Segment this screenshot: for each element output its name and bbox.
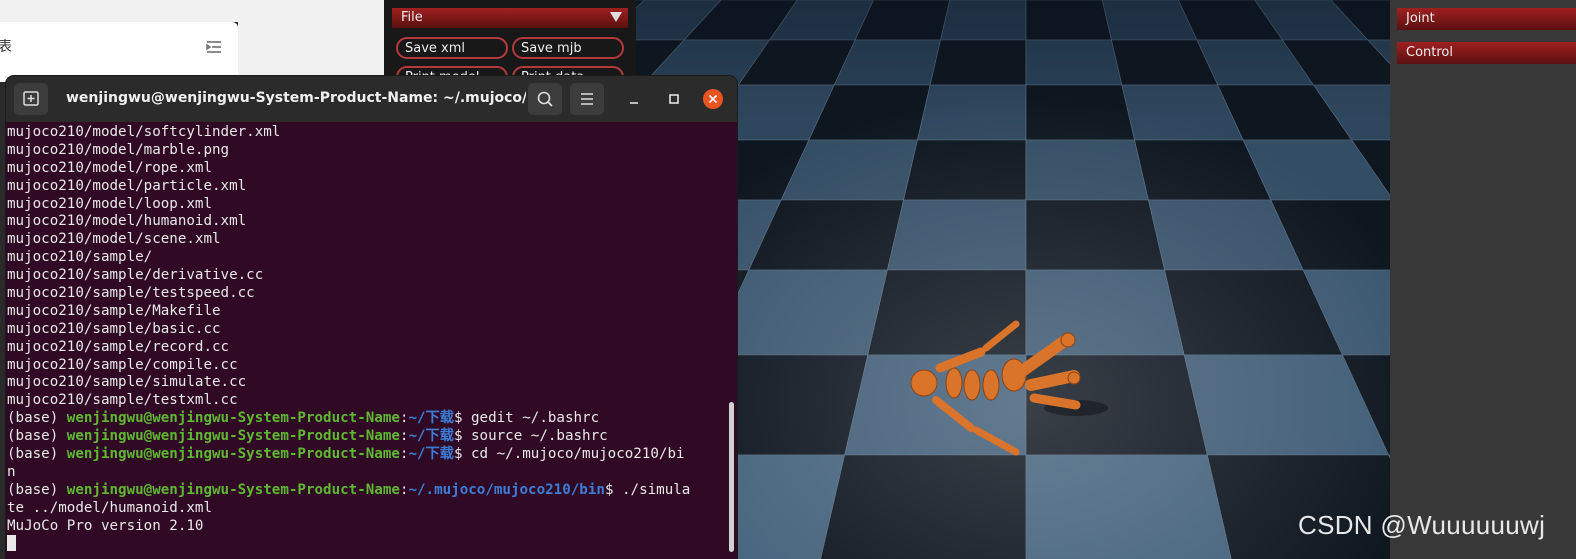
- minimize-icon[interactable]: [624, 89, 644, 109]
- prompt-path: ~/下载: [408, 410, 454, 427]
- terminal-line: mujoco210/sample/testspeed.cc: [7, 285, 255, 302]
- checkerboard-floor: [636, 0, 1390, 559]
- terminal-line: mujoco210/sample/: [7, 249, 153, 266]
- hamburger-menu-icon: [581, 93, 593, 105]
- terminal-line: mujoco210/model/humanoid.xml: [7, 213, 247, 230]
- prompt-command: $ gedit ~/.bashrc: [453, 410, 600, 427]
- terminal-line: mujoco210/sample/record.cc: [7, 338, 230, 355]
- control-section-header[interactable]: Control: [1397, 42, 1576, 64]
- terminal-line: mujoco210/sample/derivative.cc: [7, 267, 264, 284]
- new-tab-button[interactable]: [14, 83, 48, 115]
- file-section-label: File: [401, 10, 423, 25]
- close-icon: [708, 94, 718, 104]
- background-top-strip: [0, 0, 238, 22]
- terminal-line: mujoco210/sample/testxml.cc: [7, 392, 238, 409]
- terminal-prompt-line: (base) wenjingwu@wenjingwu-System-Produc…: [7, 428, 727, 446]
- prompt-path: ~/下载: [408, 446, 454, 463]
- terminal-line: mujoco210/sample/compile.cc: [7, 356, 238, 373]
- terminal-line: mujoco210/sample/simulate.cc: [7, 374, 247, 391]
- terminal-line: mujoco210/model/loop.xml: [7, 195, 212, 212]
- prompt-user-host: wenjingwu@wenjingwu-System-Product-Name: [66, 428, 400, 445]
- watermark: CSDN @Wuuuuuuwj: [1298, 510, 1546, 540]
- new-tab-icon: [23, 91, 39, 106]
- terminal-line: mujoco210/model/rope.xml: [7, 159, 212, 176]
- conda-env-label: (base): [7, 410, 67, 427]
- maximize-icon[interactable]: [664, 89, 684, 109]
- prompt-user-host: wenjingwu@wenjingwu-System-Product-Name: [66, 446, 400, 463]
- joint-section-header[interactable]: Joint: [1397, 8, 1576, 30]
- terminal-prompt-line: (base) wenjingwu@wenjingwu-System-Produc…: [7, 446, 727, 464]
- terminal-line: mujoco210/model/particle.xml: [7, 177, 247, 194]
- terminal-line: mujoco210/model/scene.xml: [7, 231, 221, 248]
- save-mjb-button[interactable]: Save mjb: [512, 37, 624, 59]
- prompt-path: ~/.mujoco/mujoco210/bin: [408, 481, 605, 498]
- terminal-line: mujoco210/model/softcylinder.xml: [7, 124, 281, 140]
- prompt-user-host: wenjingwu@wenjingwu-System-Product-Name: [66, 410, 400, 427]
- save-xml-button[interactable]: Save xml: [396, 37, 508, 59]
- prompt-user-host: wenjingwu@wenjingwu-System-Product-Name: [66, 481, 400, 498]
- background-document-panel: 表: [0, 22, 238, 82]
- terminal-output[interactable]: mujoco210/model/softcylinder.xml mujoco21…: [7, 124, 727, 559]
- menu-button[interactable]: [570, 83, 604, 115]
- mujoco-right-panel: Joint Control: [1390, 0, 1576, 559]
- background-gap: [238, 0, 384, 80]
- terminal-prompt-line: (base) wenjingwu@wenjingwu-System-Produc…: [7, 410, 727, 428]
- file-section-header[interactable]: File: [392, 8, 628, 28]
- conda-env-label: (base): [7, 428, 67, 445]
- terminal-line: mujoco210/sample/basic.cc: [7, 320, 221, 337]
- outline-icon[interactable]: [206, 40, 222, 54]
- prompt-command: $ source ~/.bashrc: [453, 428, 608, 445]
- conda-env-label: (base): [7, 481, 67, 498]
- document-heading-fragment: 表: [0, 39, 12, 55]
- terminal-titlebar[interactable]: wenjingwu@wenjingwu-System-Product-Name:…: [6, 76, 737, 122]
- conda-env-label: (base): [7, 446, 67, 463]
- simulation-viewport[interactable]: [636, 0, 1390, 559]
- terminal-output-line: MuJoCo Pro version 2.10: [7, 517, 204, 534]
- search-icon: [537, 91, 553, 107]
- mujoco-left-panel: File Save xml Save mjb Print model Print…: [384, 0, 636, 88]
- terminal-wrapped-line: te ../model/humanoid.xml: [7, 499, 212, 516]
- text-cursor: [7, 535, 16, 552]
- terminal-line: mujoco210/sample/Makefile: [7, 302, 221, 319]
- close-button[interactable]: [703, 89, 723, 109]
- terminal-wrapped-line: n: [7, 463, 16, 480]
- terminal-cursor-line: [7, 535, 727, 553]
- terminal-prompt-line: (base) wenjingwu@wenjingwu-System-Produc…: [7, 482, 727, 500]
- prompt-path: ~/下载: [408, 428, 454, 445]
- terminal-scrollbar[interactable]: [729, 402, 734, 552]
- terminal-title: wenjingwu@wenjingwu-System-Product-Name:…: [66, 90, 526, 106]
- prompt-command: $ ./simula: [604, 481, 691, 498]
- collapse-triangle-icon: [610, 12, 622, 22]
- terminal-line: mujoco210/model/marble.png: [7, 141, 230, 158]
- search-button[interactable]: [528, 83, 562, 115]
- prompt-command: $ cd ~/.mujoco/mujoco210/bi: [453, 446, 685, 463]
- terminal-window[interactable]: wenjingwu@wenjingwu-System-Product-Name:…: [6, 76, 737, 559]
